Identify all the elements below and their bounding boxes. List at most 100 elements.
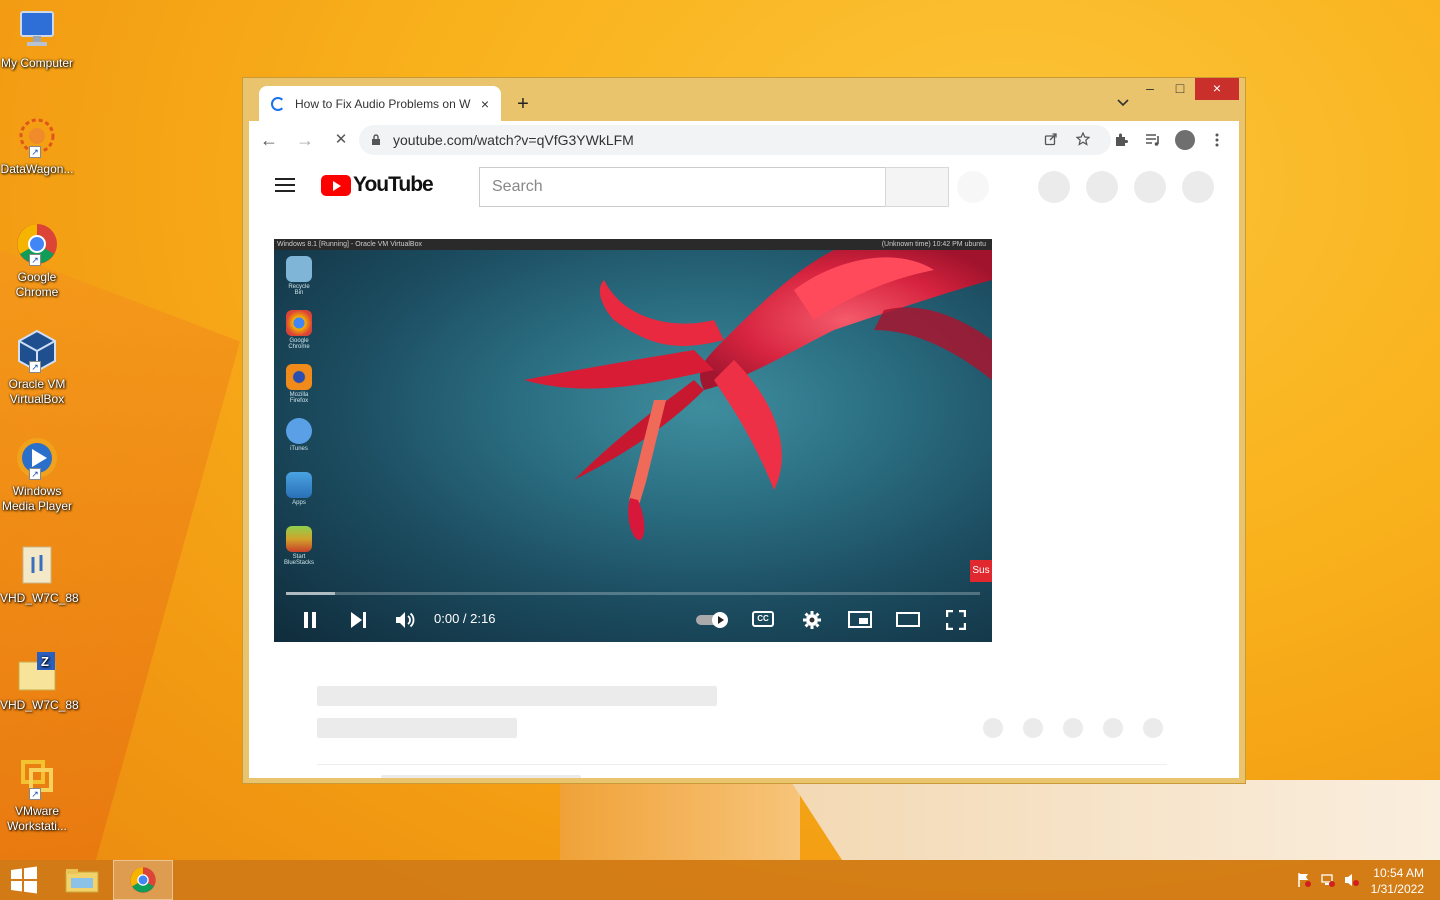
- miniplayer-button[interactable]: [848, 611, 872, 628]
- url-text: youtube.com/watch?v=qVfG3YWkLFM: [393, 132, 634, 148]
- menu-kebab-icon[interactable]: [1201, 125, 1233, 155]
- subscribe-watermark[interactable]: Sus: [970, 560, 992, 582]
- desktop-icon-datawagon[interactable]: ↗ DataWagon...: [0, 114, 74, 177]
- desktop-icon-label: VHD_W7C_88: [0, 591, 79, 605]
- new-tab-button[interactable]: +: [511, 92, 535, 116]
- vm-apps-icon: Apps: [284, 472, 314, 506]
- action-skeleton: [1023, 718, 1043, 738]
- desktop-icon-label: My Computer: [0, 56, 74, 70]
- virtualbox-icon: ↗: [15, 329, 59, 373]
- youtube-logo-text: YouTube: [353, 173, 434, 196]
- vm-title: Windows 8.1 [Running] - Oracle VM Virtua…: [277, 241, 422, 248]
- search-input[interactable]: Search: [479, 167, 886, 207]
- youtube-logo[interactable]: YouTube: [321, 173, 434, 197]
- action-skeleton: [983, 718, 1003, 738]
- desktop-icon-vmware[interactable]: ↗ VMware Workstati...: [0, 756, 74, 834]
- media-queue-icon[interactable]: [1137, 125, 1169, 155]
- pause-button[interactable]: [296, 607, 324, 631]
- fullscreen-button[interactable]: [942, 607, 970, 631]
- autoplay-toggle[interactable]: [696, 612, 730, 628]
- settings-gear-icon[interactable]: [798, 607, 826, 631]
- shortcut-arrow-icon: ↗: [29, 254, 41, 266]
- header-icon-placeholder[interactable]: [1134, 171, 1166, 203]
- share-icon[interactable]: [1035, 132, 1067, 149]
- svg-text:Z: Z: [41, 654, 49, 669]
- action-skeleton: [1063, 718, 1083, 738]
- shortcut-arrow-icon: ↗: [29, 788, 41, 800]
- video-player[interactable]: Windows 8.1 [Running] - Oracle VM Virtua…: [274, 239, 992, 642]
- toolbar-actions: [1105, 125, 1233, 155]
- header-icon-placeholder[interactable]: [1038, 171, 1070, 203]
- taskbar-chrome[interactable]: [113, 860, 173, 900]
- tab-active[interactable]: How to Fix Audio Problems on W ×: [259, 86, 501, 122]
- title-skeleton: [317, 686, 717, 706]
- taskbar-file-explorer[interactable]: [52, 860, 112, 900]
- desktop-icon-my-computer[interactable]: My Computer: [0, 8, 74, 71]
- flower-image: [524, 250, 992, 541]
- desktop-icon-label: VMware Workstati...: [7, 804, 67, 833]
- back-button[interactable]: ←: [253, 124, 285, 156]
- next-video-button[interactable]: [344, 607, 372, 631]
- desktop-icon-google-chrome[interactable]: ↗ Google Chrome: [0, 222, 74, 300]
- browser-toolbar: ← → ✕ youtube.com/watch?v=qVfG3YWkLFM: [249, 121, 1239, 159]
- tab-strip: How to Fix Audio Problems on W × +: [249, 86, 1239, 122]
- close-tab-button[interactable]: ×: [477, 96, 493, 112]
- desktop-icon-vhd-zip[interactable]: Z VHD_W7C_88: [0, 650, 79, 713]
- hamburger-menu-icon[interactable]: [275, 178, 295, 192]
- vm-chrome-icon: Google Chrome: [284, 310, 314, 350]
- audio-file-icon: [15, 543, 59, 587]
- volume-icon[interactable]: [391, 607, 419, 631]
- desktop-icon-label: DataWagon...: [0, 162, 74, 176]
- player-controls: 0:00 / 2:16 CC: [274, 601, 992, 637]
- chrome-icon: ↗: [15, 222, 59, 266]
- desktop-icon-virtualbox[interactable]: ↗ Oracle VM VirtualBox: [0, 329, 74, 407]
- volume-muted-icon[interactable]: [1344, 872, 1360, 888]
- tab-search-dropdown[interactable]: [1117, 96, 1129, 110]
- vm-status: (Unknown time) 10:42 PM ubuntu: [881, 241, 986, 248]
- stop-loading-button[interactable]: ✕: [325, 124, 357, 156]
- search-button[interactable]: [885, 167, 949, 207]
- zip-folder-icon: Z: [15, 650, 59, 694]
- loading-spinner-icon: [271, 97, 285, 111]
- address-bar[interactable]: youtube.com/watch?v=qVfG3YWkLFM: [359, 125, 1111, 155]
- wallpaper-shape: [560, 780, 800, 860]
- video-frame: Recycle Bin Google Chrome Mozilla Firefo…: [274, 250, 992, 642]
- divider: [317, 764, 1167, 765]
- play-icon: [712, 612, 728, 628]
- vm-bluestacks-icon: Start BlueStacks: [284, 526, 314, 566]
- bookmark-star-icon[interactable]: [1067, 131, 1099, 149]
- browser-window: – □ × How to Fix Audio Problems on W × +…: [242, 77, 1246, 784]
- clock-date: 1/31/2022: [1370, 882, 1424, 896]
- chevron-down-icon: [1117, 99, 1129, 107]
- video-progress-bar[interactable]: [286, 592, 980, 595]
- header-icon-placeholder[interactable]: [1182, 171, 1214, 203]
- media-player-icon: ↗: [15, 436, 59, 480]
- taskbar-clock[interactable]: 10:54 AM 1/31/2022: [1371, 865, 1424, 897]
- datawagon-icon: ↗: [15, 114, 59, 158]
- youtube-play-icon: [321, 174, 351, 196]
- subtitle-skeleton: [317, 718, 517, 738]
- video-time: 0:00 / 2:16: [434, 611, 496, 626]
- header-icon-placeholder[interactable]: [1086, 171, 1118, 203]
- forward-button[interactable]: →: [289, 124, 321, 156]
- network-icon[interactable]: [1320, 872, 1336, 888]
- file-explorer-icon: [65, 869, 99, 893]
- action-center-flag-icon[interactable]: [1296, 872, 1312, 888]
- profile-avatar[interactable]: [1169, 125, 1201, 155]
- vm-recycle-bin-icon: Recycle Bin: [284, 256, 314, 296]
- start-button[interactable]: [0, 860, 48, 900]
- desktop-icon-vhd-file[interactable]: VHD_W7C_88: [0, 543, 79, 606]
- vm-title-bar: Windows 8.1 [Running] - Oracle VM Virtua…: [274, 239, 992, 250]
- taskbar: 10:54 AM 1/31/2022: [0, 860, 1440, 900]
- mic-placeholder[interactable]: [957, 171, 989, 203]
- action-skeleton: [1103, 718, 1123, 738]
- theater-mode-button[interactable]: [896, 612, 920, 627]
- channel-skeleton: [381, 775, 581, 778]
- chrome-icon: [130, 867, 156, 893]
- wallpaper-shape: [790, 780, 1440, 860]
- action-skeleton: [1143, 718, 1163, 738]
- computer-icon: [15, 8, 59, 52]
- desktop-icon-windows-media-player[interactable]: ↗ Windows Media Player: [0, 436, 74, 514]
- extensions-icon[interactable]: [1105, 125, 1137, 155]
- captions-button[interactable]: CC: [752, 611, 774, 627]
